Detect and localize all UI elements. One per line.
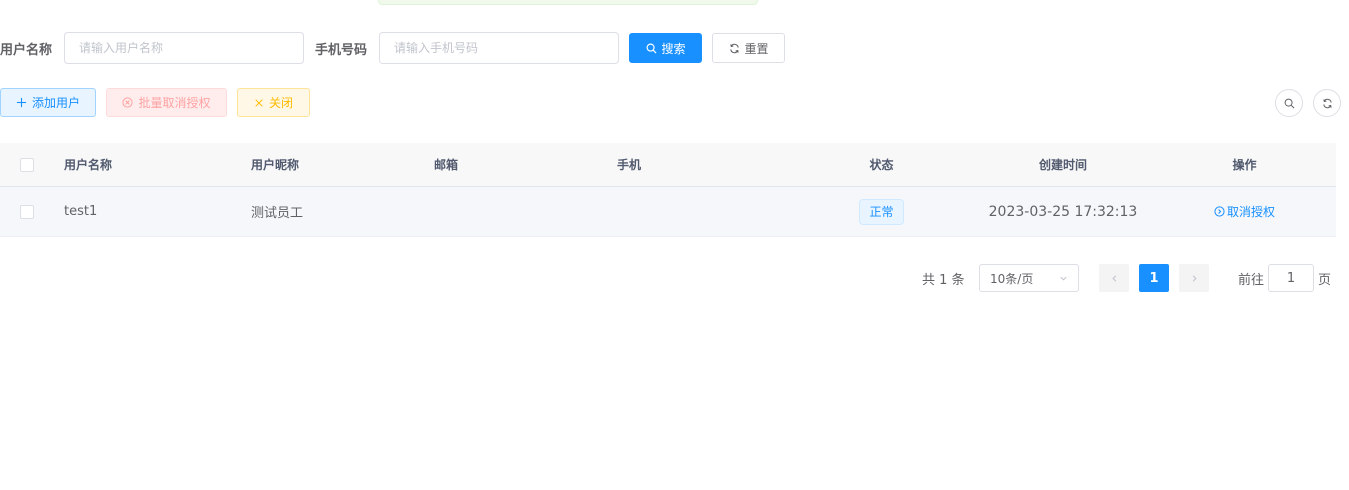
select-all-cell (20, 143, 34, 186)
batch-cancel-auth-label: 批量取消授权 (138, 96, 211, 110)
row-checkbox[interactable] (20, 204, 34, 219)
phone-input[interactable] (379, 32, 620, 64)
table-header: 用户名称 用户昵称 邮箱 手机 状态 创建时间 操作 (0, 143, 1336, 187)
cell-created: 2023-03-25 17:32:13 (988, 203, 1138, 220)
column-header-email: 邮箱 (434, 158, 459, 172)
refresh-icon (1322, 98, 1332, 108)
page-size-select[interactable]: 10条/页 (979, 264, 1079, 292)
search-icon (646, 43, 657, 54)
goto-label: 前往 (1238, 272, 1265, 288)
plus-icon (16, 97, 27, 108)
username-input[interactable] (64, 32, 305, 64)
column-header-phone: 手机 (617, 158, 642, 172)
cell-actions: 取消授权 (1163, 187, 1326, 236)
reset-button-label: 重置 (744, 41, 769, 56)
search-button[interactable]: 搜索 (629, 33, 703, 63)
chevron-down-icon (1060, 276, 1067, 281)
search-button-label: 搜索 (661, 41, 686, 56)
next-page-button[interactable] (1179, 264, 1209, 292)
search-form: 用户名称 手机号码 搜索 重置 (0, 32, 786, 64)
user-table: 用户名称 用户昵称 邮箱 手机 状态 创建时间 操作 test1 测试员工 正常… (0, 143, 1336, 237)
status-badge: 正常 (859, 198, 904, 225)
add-user-button[interactable]: 添加用户 (0, 88, 96, 117)
phone-label: 手机号码 (315, 42, 368, 58)
cancel-auth-label: 取消授权 (1226, 205, 1275, 219)
batch-cancel-auth-button[interactable]: 批量取消授权 (106, 88, 227, 117)
toggle-search-button[interactable] (1275, 89, 1303, 117)
cell-username: test1 (64, 204, 98, 219)
goto-page-input[interactable]: 1 (1268, 264, 1314, 292)
column-header-username: 用户名称 (64, 158, 113, 172)
row-select-cell (20, 187, 34, 236)
table-row: test1 测试员工 正常 2023-03-25 17:32:13 取消授权 (0, 187, 1336, 237)
column-header-nickname: 用户昵称 (251, 158, 300, 172)
select-all-checkbox[interactable] (20, 157, 34, 172)
close-button[interactable]: 关闭 (237, 88, 310, 117)
column-header-created: 创建时间 (1038, 158, 1087, 172)
refresh-table-button[interactable] (1313, 89, 1341, 117)
chevron-right-icon (1192, 274, 1197, 282)
page-size-value: 10条/页 (990, 271, 1034, 286)
circle-close-icon (122, 97, 134, 108)
page-suffix: 页 (1318, 272, 1332, 288)
username-label: 用户名称 (0, 42, 53, 58)
page-number-button[interactable]: 1 (1139, 264, 1169, 292)
column-header-status: 状态 (869, 158, 894, 172)
add-user-button-label: 添加用户 (31, 96, 80, 110)
cancel-auth-button[interactable]: 取消授权 (1214, 203, 1275, 220)
cell-status: 正常 (800, 187, 963, 236)
top-alert-strip (378, 0, 758, 5)
chevron-left-icon (1111, 274, 1116, 282)
circle-arrow-icon (1214, 206, 1225, 217)
toolbar: 添加用户 批量取消授权 关闭 (0, 88, 310, 117)
reset-button[interactable]: 重置 (712, 33, 786, 63)
pagination: 共 1 条 10条/页 1 前往 1 页 (0, 264, 1349, 292)
close-button-label: 关闭 (268, 96, 293, 110)
search-icon (1284, 98, 1294, 108)
column-header-actions: 操作 (1232, 158, 1257, 172)
pagination-total: 共 1 条 (922, 272, 965, 288)
close-icon (255, 98, 263, 107)
cell-nickname: 测试员工 (251, 206, 304, 221)
refresh-icon (729, 43, 739, 53)
prev-page-button[interactable] (1099, 264, 1129, 292)
